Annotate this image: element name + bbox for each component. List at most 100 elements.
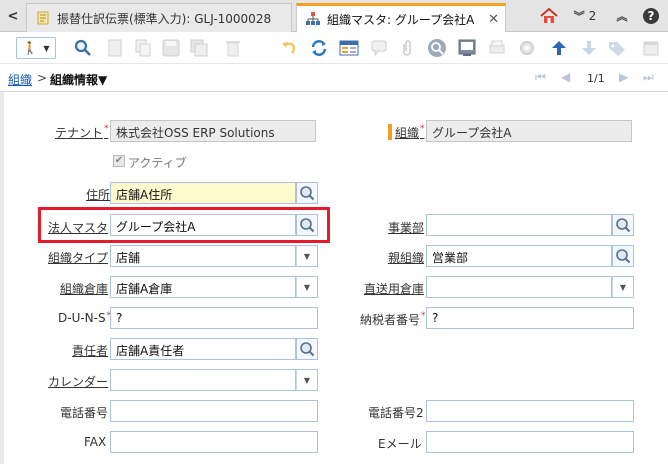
org-type-select[interactable]: 店舗 — [110, 245, 296, 267]
tag-button[interactable] — [606, 37, 628, 59]
search-button[interactable] — [72, 37, 94, 59]
report-button[interactable] — [456, 37, 478, 59]
attachment-button[interactable] — [396, 37, 418, 59]
refresh-button[interactable] — [308, 37, 330, 59]
active-label: アクティブ — [128, 156, 187, 170]
report-icon — [458, 39, 476, 56]
close-tab-icon[interactable]: ✕ — [488, 12, 499, 27]
save-icon — [162, 39, 180, 57]
window-toolbar: 🚶 ▼ — [0, 32, 668, 64]
org-label[interactable]: 組織* — [395, 124, 425, 141]
tax-id-label: 納税者番号* — [360, 311, 426, 327]
refresh-icon — [311, 40, 327, 56]
window-tab-bar: < 振替仕訳伝票(標準入力): GLJ-1000028 組織マスタ: グループ会… — [0, 0, 668, 32]
fax-field[interactable] — [110, 431, 318, 453]
parent-org-lookup-button[interactable] — [612, 245, 634, 267]
phone2-field[interactable] — [426, 400, 634, 422]
warehouse-select[interactable]: 店舗A倉庫 — [110, 276, 296, 298]
supervisor-lookup-button[interactable] — [296, 338, 318, 360]
new-record-button[interactable] — [104, 37, 126, 59]
breadcrumb-link-organization[interactable]: 組織 — [8, 71, 32, 88]
address-label[interactable]: 住所 — [86, 186, 110, 203]
window-list-button[interactable]: ︾ 2 — [567, 5, 603, 27]
page-count: 1/1 — [587, 72, 605, 85]
warehouse-label[interactable]: 組織倉庫 — [60, 280, 108, 297]
tab-organization-master[interactable]: 組織マスタ: グループ会社A ✕ — [296, 3, 506, 32]
tab-label: 組織マスタ: グループ会社A — [327, 12, 475, 27]
save-button[interactable] — [160, 37, 182, 59]
org-chart-icon — [306, 12, 320, 25]
last-record-icon[interactable]: ⏭ — [643, 70, 654, 85]
collapse-header-button[interactable]: ︽ — [612, 5, 632, 27]
chevron-down-icon: ▼ — [619, 282, 627, 292]
previous-record-button[interactable] — [548, 37, 570, 59]
toolbar-more-button[interactable] — [640, 37, 662, 59]
duns-label: D-U-N-S* — [58, 311, 112, 325]
tax-id-field[interactable]: ? — [426, 307, 634, 329]
warehouse-dropdown-button[interactable]: ▼ — [296, 276, 318, 298]
org-type-label[interactable]: 組織タイプ — [48, 249, 108, 266]
email-field[interactable] — [426, 431, 634, 453]
svg-text:?: ? — [648, 9, 655, 23]
annotation-highlight-box — [38, 207, 330, 243]
calendar-dropdown-button[interactable]: ▼ — [296, 369, 318, 391]
address-field[interactable]: 店舗A住所 — [110, 182, 296, 204]
arrow-down-icon — [582, 41, 596, 55]
active-checkbox[interactable]: ✔ — [113, 155, 125, 167]
home-icon — [540, 8, 558, 23]
address-lookup-button[interactable] — [296, 182, 318, 204]
document-icon — [37, 11, 49, 25]
division-label[interactable]: 事業部 — [388, 219, 424, 236]
delete-button[interactable] — [222, 37, 244, 59]
calendar-icon — [643, 41, 659, 56]
tenant-label[interactable]: テナント* — [55, 124, 109, 141]
magnifier-icon — [74, 39, 91, 56]
parent-org-field[interactable]: 営業部 — [426, 245, 612, 267]
first-record-icon[interactable]: ⏮ — [535, 70, 546, 85]
undo-button[interactable] — [278, 37, 300, 59]
tab-label: 振替仕訳伝票(標準入力): GLJ-1000028 — [57, 11, 272, 26]
process-button[interactable] — [516, 37, 538, 59]
new-document-icon — [108, 39, 122, 57]
help-icon: ? — [643, 8, 659, 24]
org-key-marker — [388, 124, 392, 140]
tab-scroll-left-button[interactable]: < — [3, 5, 23, 27]
home-button[interactable] — [538, 5, 560, 27]
drop-ship-warehouse-select[interactable] — [426, 276, 612, 298]
save-new-button[interactable] — [188, 37, 210, 59]
phone-field[interactable] — [110, 400, 318, 422]
calendar-select[interactable] — [110, 369, 296, 391]
person-icon: 🚶 — [22, 41, 38, 55]
copy-record-button[interactable] — [132, 37, 154, 59]
chat-button[interactable] — [368, 37, 390, 59]
double-chevron-down-icon: ︾ — [573, 10, 585, 23]
previous-page-icon[interactable]: ◀ — [561, 70, 570, 84]
grid-toggle-button[interactable] — [338, 37, 360, 59]
supervisor-label[interactable]: 責任者 — [72, 342, 108, 359]
chevron-down-icon: ▼ — [303, 375, 311, 385]
org-type-dropdown-button[interactable]: ▼ — [296, 245, 318, 267]
tab-journal-entry[interactable]: 振替仕訳伝票(標準入力): GLJ-1000028 — [26, 3, 292, 32]
calendar-label[interactable]: カレンダー — [48, 373, 108, 390]
user-menu-button[interactable]: 🚶 ▼ — [16, 37, 56, 59]
left-scroll-strip — [0, 92, 4, 464]
division-lookup-button[interactable] — [612, 214, 634, 236]
help-button[interactable]: ? — [640, 5, 662, 27]
window-count: 2 — [588, 9, 597, 23]
drop-ship-warehouse-dropdown-button[interactable]: ▼ — [612, 276, 634, 298]
drop-ship-warehouse-label[interactable]: 直送用倉庫 — [364, 280, 424, 297]
breadcrumb-current-tab-menu[interactable]: 組織情報▼ — [50, 71, 107, 88]
next-record-button[interactable] — [578, 37, 600, 59]
zoom-across-button[interactable] — [426, 37, 448, 59]
tag-icon — [609, 42, 625, 56]
duns-field[interactable]: ? — [110, 307, 318, 329]
print-icon — [489, 40, 505, 54]
chat-icon — [371, 40, 387, 57]
undo-icon — [282, 42, 296, 54]
division-field[interactable] — [426, 214, 612, 236]
next-page-icon[interactable]: ▶ — [619, 70, 628, 84]
supervisor-field[interactable]: 店舗A責任者 — [110, 338, 296, 360]
archive-button[interactable] — [486, 37, 508, 59]
gear-icon — [520, 41, 534, 55]
parent-org-label[interactable]: 親組織 — [388, 249, 424, 266]
